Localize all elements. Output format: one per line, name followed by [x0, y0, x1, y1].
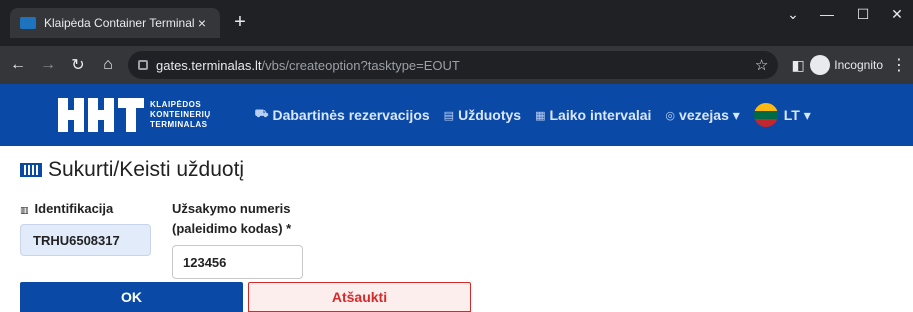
- new-tab-button[interactable]: +: [228, 10, 252, 34]
- window-maximize-button[interactable]: ☐: [848, 6, 878, 23]
- side-panel-icon[interactable]: ◧: [786, 57, 810, 74]
- window-close-button[interactable]: ✕: [882, 6, 912, 23]
- tab-search-dropdown-icon[interactable]: ⌄: [778, 6, 808, 23]
- browser-toolbar: ← → ↻ ⌂ gates.terminalas.lt /vbs/createo…: [0, 46, 913, 84]
- calendar-icon: ▦: [535, 109, 546, 122]
- browser-tab[interactable]: Klaipėda Container Terminal ×: [10, 8, 220, 38]
- ok-button[interactable]: OK: [20, 282, 243, 312]
- url-path: /vbs/createoption?tasktype=EOUT: [261, 57, 460, 73]
- kkt-logo-text: KLAIPĖDOS KONTEINERIŲ TERMINALAS: [150, 100, 211, 129]
- address-bar[interactable]: gates.terminalas.lt /vbs/createoption?ta…: [128, 51, 779, 79]
- language-selector[interactable]: LT ▾: [753, 103, 811, 127]
- barcode-icon: [20, 163, 42, 177]
- page-title-text: Sukurti/Keisti užduotį: [48, 158, 245, 181]
- url-host: gates.terminalas.lt: [156, 57, 262, 73]
- identification-label: ▥ Identifikacija: [20, 201, 114, 216]
- tab-close-icon[interactable]: ×: [194, 15, 210, 31]
- nav-current-reservations[interactable]: ⛟ Dabartinės rezervacijos: [255, 107, 430, 123]
- order-number-input[interactable]: [172, 245, 303, 279]
- reload-icon[interactable]: ↻: [66, 55, 90, 75]
- truck-icon: ⛟: [254, 108, 269, 120]
- page-title: Sukurti/Keisti užduotį: [20, 158, 244, 182]
- home-icon[interactable]: ⌂: [96, 56, 120, 74]
- incognito-icon: [810, 55, 831, 75]
- lock-icon[interactable]: [138, 60, 148, 70]
- tab-title: Klaipėda Container Terminal: [44, 16, 194, 30]
- bookmark-star-icon[interactable]: ☆: [755, 56, 768, 74]
- user-icon: ◎: [665, 109, 676, 122]
- site-favicon-icon: [20, 17, 36, 29]
- window-minimize-button[interactable]: —: [812, 6, 842, 22]
- browser-menu-icon[interactable]: ⋮: [889, 55, 909, 75]
- identification-field: TRHU6508317: [20, 224, 151, 256]
- incognito-indicator[interactable]: Incognito: [810, 55, 883, 75]
- nav-user-menu[interactable]: ◎ vezejas ▾: [665, 107, 739, 124]
- browser-tab-strip: Klaipėda Container Terminal × + ⌄ — ☐ ✕: [0, 0, 913, 46]
- nav-time-slots[interactable]: ▦ Laiko intervalai: [535, 107, 651, 123]
- site-navbar: KLAIPĖDOS KONTEINERIŲ TERMINALAS ⛟ Dabar…: [0, 84, 913, 146]
- forward-arrow-icon[interactable]: →: [36, 56, 60, 74]
- barcode-small-icon: ▥: [20, 205, 29, 215]
- lithuania-flag-icon: [753, 103, 778, 127]
- kkt-logo-mark: [58, 98, 144, 132]
- cancel-button[interactable]: Atšaukti: [248, 282, 471, 312]
- kkt-logo[interactable]: KLAIPĖDOS KONTEINERIŲ TERMINALAS: [58, 98, 211, 132]
- order-number-label: Užsakymo numeris (paleidimo kodas) *: [172, 201, 292, 236]
- nav-tasks[interactable]: ▤ Užduotys: [444, 107, 521, 123]
- tasks-icon: ▤: [443, 109, 455, 122]
- back-arrow-icon[interactable]: ←: [6, 56, 30, 74]
- incognito-label: Incognito: [834, 58, 883, 72]
- main-nav: ⛟ Dabartinės rezervacijos ▤ Užduotys ▦ L…: [255, 103, 825, 127]
